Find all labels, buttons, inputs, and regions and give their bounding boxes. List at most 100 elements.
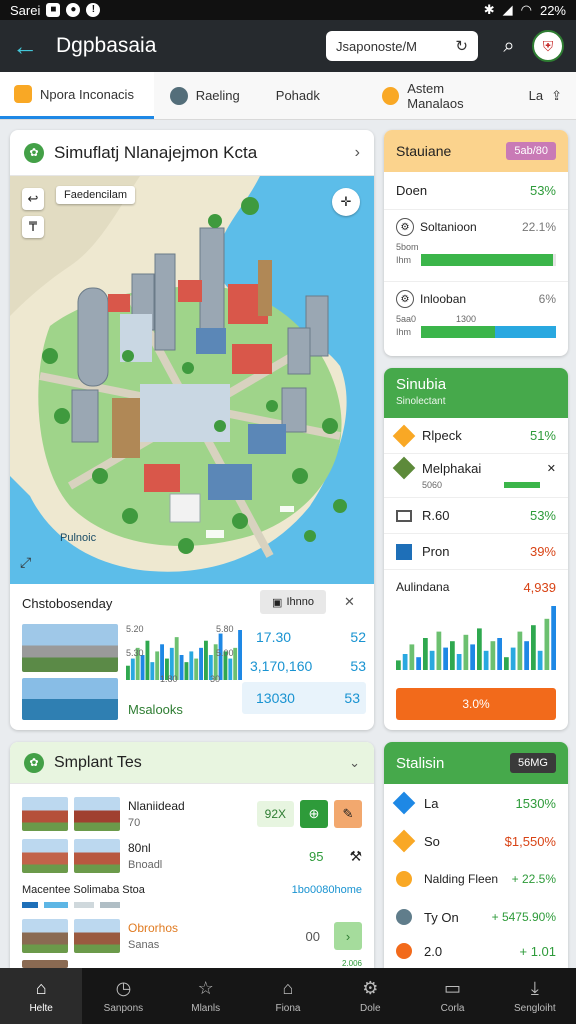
- statistic-row[interactable]: La 1530%: [384, 784, 568, 822]
- city-emblem-logo[interactable]: ⛨: [532, 30, 564, 62]
- edit-button[interactable]: ✎: [334, 800, 362, 828]
- chart-bar: [497, 638, 502, 670]
- add-button[interactable]: ⊕: [300, 800, 328, 828]
- task-tag[interactable]: 92X: [256, 801, 294, 827]
- task-row-partial[interactable]: 2.006: [10, 960, 374, 968]
- tasks-card-header: ✿ Smplant Tes ⌄: [10, 742, 374, 784]
- harbor-photo[interactable]: [22, 678, 118, 720]
- chip[interactable]: [74, 902, 94, 908]
- nav-settings[interactable]: ⚙ Dole: [329, 968, 411, 1024]
- chip[interactable]: [22, 902, 38, 908]
- dot-icon: [396, 943, 412, 959]
- statistic-row[interactable]: 2.0 + 1.01: [384, 936, 568, 966]
- chevron-right-icon[interactable]: ›: [355, 144, 360, 162]
- footer-label[interactable]: Msalooks: [128, 702, 183, 717]
- close-icon[interactable]: ✕: [547, 462, 556, 475]
- progress-label: Soltanioon: [420, 220, 477, 234]
- messenger-notification-icon: ●: [66, 3, 81, 17]
- tab-reading[interactable]: Raeling: [154, 72, 254, 119]
- house-photo: [22, 797, 68, 831]
- street-photo[interactable]: [22, 624, 118, 672]
- sim-row[interactable]: R.60 53%: [384, 498, 568, 534]
- simulation-card-header: Sinubia Sinolectant: [384, 368, 568, 418]
- stat-secondary: 53: [350, 658, 366, 674]
- chevron-right-button[interactable]: ›: [334, 922, 362, 950]
- task-row[interactable]: 80nl Bnoadl 95 ⚒: [10, 834, 374, 878]
- tick-label: 5.00: [216, 648, 234, 658]
- search-field[interactable]: Jsaponoste/M ↻: [326, 31, 478, 61]
- nav-label: Mlanls: [191, 1003, 221, 1014]
- screen-icon: [396, 509, 412, 522]
- refresh-icon[interactable]: ↻: [455, 37, 468, 55]
- globe-icon: [396, 909, 412, 925]
- search-icon[interactable]: ⌕: [490, 35, 528, 58]
- sim-row-value: 39%: [529, 544, 556, 559]
- bluetooth-icon: ✱: [483, 2, 495, 17]
- simulation-card: Sinubia Sinolectant Rlpeck 51% Melphakai…: [384, 368, 568, 730]
- tool-icon[interactable]: ⚒: [349, 848, 362, 865]
- chevron-down-icon[interactable]: ⌄: [349, 755, 360, 771]
- sim-row-sub: 5060: [422, 480, 443, 490]
- nav-favorites[interactable]: ☆ Mlanls: [165, 968, 247, 1024]
- nav-schedule[interactable]: ◷ Sanpons: [82, 968, 164, 1024]
- progress-unit: Ihm: [396, 255, 412, 265]
- stat-value: 13030: [256, 690, 295, 706]
- nav-layout[interactable]: ▭ Corla: [411, 968, 493, 1024]
- sim-row[interactable]: Pron 39%: [384, 534, 568, 570]
- chart-bar: [429, 650, 435, 670]
- chart-bar: [483, 650, 489, 670]
- simulation-subtitle: Sinolectant: [396, 396, 446, 407]
- section-link[interactable]: 1bo0080home: [292, 884, 362, 896]
- map-expand-icon[interactable]: ⤢: [20, 554, 31, 571]
- tab-system-manager[interactable]: Astem Manalaos: [334, 72, 515, 119]
- badge-icon: [392, 424, 416, 447]
- chip[interactable]: [100, 902, 120, 908]
- nav-buildings[interactable]: ⌂ Fiona: [247, 968, 329, 1024]
- chip[interactable]: [44, 902, 68, 908]
- sim-row[interactable]: Rlpeck 51%: [384, 418, 568, 454]
- status-card-title: Stauiane: [396, 143, 452, 159]
- statistic-value: $1,550%: [504, 833, 556, 849]
- map-layer-label[interactable]: Faedencilam: [56, 186, 135, 204]
- close-icon[interactable]: ✕: [344, 594, 355, 610]
- layout-icon: ▭: [444, 978, 462, 998]
- camera-icon: [169, 86, 188, 105]
- stats-chip[interactable]: ▣ Ihnno: [260, 590, 326, 614]
- chart-bar: [140, 655, 145, 680]
- camera-icon: ▣: [272, 596, 283, 609]
- statistic-row[interactable]: So $1,550%: [384, 822, 568, 860]
- export-icon: ⇪: [551, 87, 562, 103]
- tab-bar: Npora Inconacis Raeling Pohadk Astem Man…: [0, 72, 576, 120]
- settings-icon: ⚙: [396, 218, 414, 236]
- house-outline-icon: ⌂: [282, 978, 294, 998]
- statistic-row[interactable]: Ty On + 5475.90%: [384, 898, 568, 936]
- tab-more[interactable]: La ⇪: [515, 72, 576, 119]
- task-row[interactable]: Nlaniidead 70 92X ⊕ ✎: [10, 792, 374, 836]
- tab-label: Raeling: [195, 88, 240, 103]
- statistic-label: 2.0: [424, 943, 443, 959]
- task-value: 2.006: [341, 960, 362, 968]
- tab-products[interactable]: Pohadk: [254, 72, 334, 119]
- tab-overview[interactable]: Npora Inconacis: [0, 72, 154, 119]
- tick-label: 5.80: [216, 624, 234, 634]
- back-arrow-icon[interactable]: ←: [12, 31, 46, 62]
- nav-label: Dole: [359, 1003, 381, 1014]
- nav-download[interactable]: ⤓ Sengloiht: [494, 968, 576, 1024]
- coin-icon: [396, 871, 412, 887]
- chart-bar: [544, 618, 550, 670]
- sim-action-button[interactable]: 3.0%: [396, 688, 556, 720]
- map-card: ✿ Simuflatj Nlanajejmon Kcta › ↩ ₸ Faede…: [10, 130, 374, 730]
- city-map[interactable]: ↩ ₸ Faedencilam ✛ Pulnoic ⤢: [10, 176, 374, 584]
- map-compass-button[interactable]: ✛: [332, 188, 360, 216]
- map-back-button[interactable]: ↩: [22, 188, 44, 210]
- map-card-title: Simuflatj Nlanajejmon Kcta: [54, 142, 258, 162]
- tasks-card-title: Smplant Tes: [54, 753, 142, 771]
- progress-label: Inlooban: [420, 292, 467, 306]
- nav-home[interactable]: ⌂ Helte: [0, 968, 83, 1024]
- map-filter-button[interactable]: ₸: [22, 216, 44, 238]
- statistic-row[interactable]: Nalding Fleen + 22.5%: [384, 860, 568, 898]
- map-corner-label: Pulnoic: [60, 532, 97, 544]
- task-row[interactable]: Obrorhos Sanas 00 ›: [10, 914, 374, 958]
- progress-fill: [421, 326, 496, 338]
- sim-progress-row[interactable]: Melphakai ✕ 5060: [384, 454, 568, 498]
